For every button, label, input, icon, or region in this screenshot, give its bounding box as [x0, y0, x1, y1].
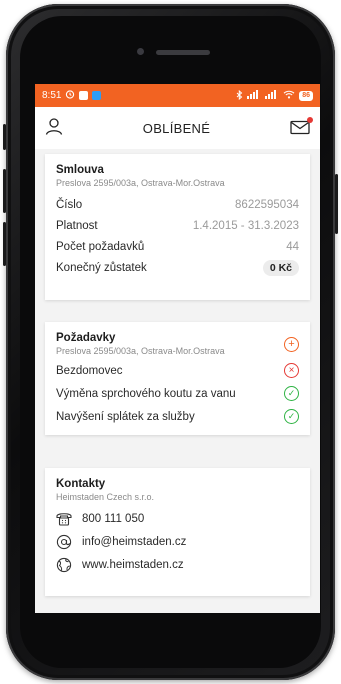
- request-item[interactable]: Výměna sprchového koutu za vanu ✓: [56, 382, 299, 405]
- page-title: OBLÍBENÉ: [142, 120, 211, 136]
- balance-badge: 0 Kč: [262, 259, 299, 276]
- user-icon[interactable]: [45, 117, 63, 140]
- request-label: Výměna sprchového koutu za vanu: [56, 387, 236, 400]
- contact-phone-text: 800 111 050: [82, 512, 145, 525]
- status-time: 8:51: [42, 90, 62, 101]
- earpiece-speaker: [156, 50, 210, 55]
- contact-phone[interactable]: 800 111 050: [56, 507, 299, 530]
- row-value: 1.4.2015 - 31.3.2023: [192, 219, 299, 232]
- side-button: [335, 174, 338, 234]
- contact-web[interactable]: www.heimstaden.cz: [56, 553, 299, 576]
- notification-dot: [307, 117, 313, 123]
- app-header: OBLÍBENÉ: [35, 107, 320, 149]
- rejected-icon: ×: [284, 363, 299, 378]
- contacts-title: Kontakty: [56, 478, 106, 490]
- request-label: Navýšení splátek za služby: [56, 410, 195, 423]
- row-label: Číslo: [56, 198, 83, 211]
- request-item[interactable]: Navýšení splátek za služby ✓: [56, 405, 299, 428]
- battery-indicator: 86: [299, 90, 313, 101]
- requests-address: Preslova 2595/003a, Ostrava-Mor.Ostrava: [56, 346, 225, 356]
- mail-icon[interactable]: [290, 117, 313, 136]
- row-label: Konečný zůstatek: [56, 261, 147, 274]
- row-label: Platnost: [56, 219, 98, 232]
- signal-icon: [265, 90, 279, 101]
- contract-row-validity: Platnost 1.4.2015 - 31.3.2023: [56, 215, 299, 236]
- contacts-company: Heimstaden Czech s.r.o.: [56, 492, 155, 502]
- check-icon: ✓: [284, 386, 299, 401]
- wifi-icon: [283, 90, 295, 101]
- request-item[interactable]: Bezdomovec ×: [56, 359, 299, 382]
- app-screen: 8:51 86 OBLÍBENÉ Smlouva Preslova 2595/0…: [35, 84, 320, 613]
- row-label: Počet požadavků: [56, 240, 145, 253]
- app-notification-icon: [92, 91, 102, 100]
- bluetooth-icon: [236, 89, 243, 102]
- contact-web-text: www.heimstaden.cz: [82, 558, 184, 571]
- contract-title: Smlouva: [56, 164, 104, 176]
- contact-email[interactable]: info@heimstaden.cz: [56, 530, 299, 553]
- contract-address: Preslova 2595/003a, Ostrava-Mor.Ostrava: [56, 178, 225, 188]
- status-bar: 8:51 86: [35, 84, 320, 107]
- contact-email-text: info@heimstaden.cz: [82, 535, 187, 548]
- row-value: 44: [286, 240, 299, 253]
- alarm-icon: [65, 89, 75, 102]
- contract-row-request-count: Počet požadavků 44: [56, 236, 299, 257]
- requests-title: Požadavky: [56, 332, 116, 344]
- signal-icon: [247, 90, 261, 101]
- front-camera: [137, 48, 144, 55]
- row-value: 8622595034: [235, 198, 299, 211]
- contract-card[interactable]: Smlouva Preslova 2595/003a, Ostrava-Mor.…: [45, 154, 310, 300]
- app-notification-icon: [79, 91, 89, 100]
- contract-row-number: Číslo 8622595034: [56, 194, 299, 215]
- contacts-card: Kontakty Heimstaden Czech s.r.o. 800 111…: [45, 468, 310, 596]
- side-button: [3, 222, 6, 266]
- request-label: Bezdomovec: [56, 364, 123, 377]
- at-icon: [56, 534, 72, 549]
- side-button: [3, 169, 6, 213]
- globe-icon: [56, 557, 72, 572]
- phone-icon: [56, 513, 72, 526]
- side-button: [3, 124, 6, 150]
- add-request-icon[interactable]: +: [284, 337, 299, 352]
- check-icon: ✓: [284, 409, 299, 424]
- contract-row-balance: Konečný zůstatek 0 Kč: [56, 257, 299, 278]
- requests-card: Požadavky Preslova 2595/003a, Ostrava-Mo…: [45, 322, 310, 435]
